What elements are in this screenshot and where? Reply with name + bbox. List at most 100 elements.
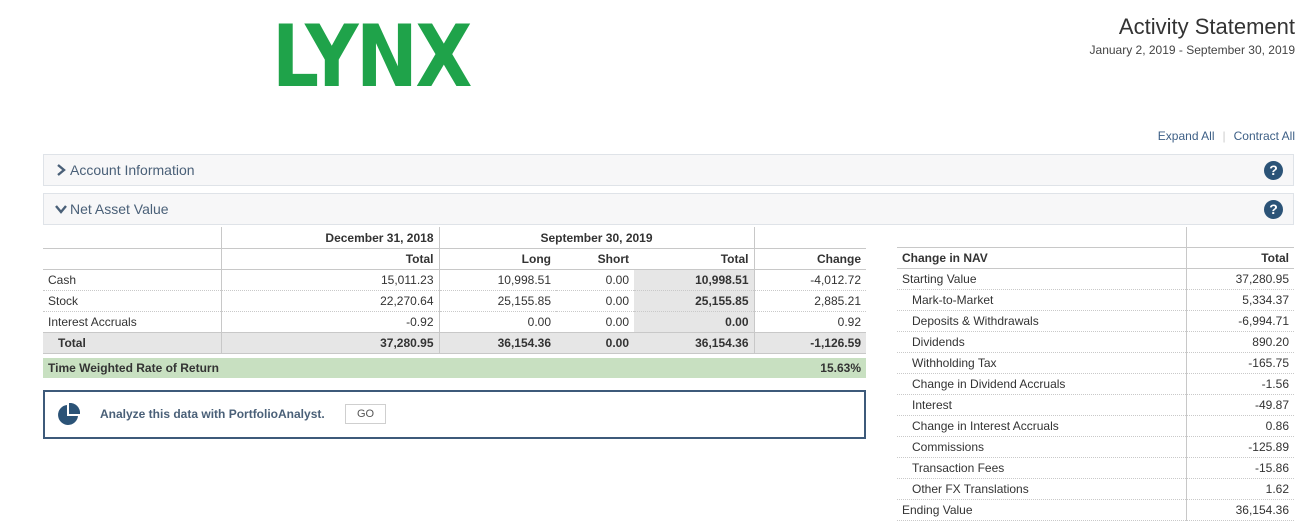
cell-value: -1.56 <box>1185 373 1294 395</box>
header-cell <box>753 227 866 249</box>
cell-value: -0.92 <box>220 311 439 333</box>
expand-contract-links: Expand All | Contract All <box>1158 129 1295 143</box>
table-row: Dividends 890.20 <box>897 331 1294 353</box>
go-button[interactable]: GO <box>345 404 386 424</box>
row-label: Mark-to-Market <box>897 289 1186 311</box>
header-cell <box>43 248 221 270</box>
section-account-information[interactable]: Account Information ? <box>43 154 1294 186</box>
table-row: Ending Value 36,154.36 <box>897 499 1294 521</box>
header-september-2019: September 30, 2019 <box>438 227 754 249</box>
help-icon[interactable]: ? <box>1264 200 1283 219</box>
statement-title: Activity Statement <box>1118 14 1295 39</box>
row-label: Transaction Fees <box>897 457 1186 479</box>
cell-value: 0.86 <box>1185 415 1294 437</box>
cell-value: -165.75 <box>1185 352 1294 374</box>
row-label: Change in Dividend Accruals <box>897 373 1186 395</box>
cell-value: 15,011.23 <box>220 269 439 291</box>
total-row: Total 37,280.95 36,154.36 0.00 36,154.36… <box>43 332 866 354</box>
chevron-right-icon <box>57 164 66 176</box>
column-header: Total <box>634 248 754 270</box>
row-label: Cash <box>43 269 221 291</box>
row-label: Interest <box>897 394 1186 416</box>
table-header-row: Total Long Short Total Change <box>43 248 866 270</box>
cell-value: 10,998.51 <box>634 269 754 291</box>
cell-value: 36,154.36 <box>1185 499 1294 521</box>
table-row: Interest -49.87 <box>897 394 1294 416</box>
table-row: Cash 15,011.23 10,998.51 0.00 10,998.51 … <box>43 269 866 291</box>
row-label: Commissions <box>897 436 1186 458</box>
column-header: Total <box>1185 247 1294 269</box>
table-header-row: Change in NAV Total <box>897 247 1294 269</box>
cell-value: 37,280.95 <box>220 332 439 354</box>
portfolio-analyst-box: Analyze this data with PortfolioAnalyst.… <box>43 390 866 439</box>
table-row: Withholding Tax -165.75 <box>897 352 1294 374</box>
cell-value: -4,012.72 <box>753 269 866 291</box>
table-row: Change in Interest Accruals 0.86 <box>897 415 1294 437</box>
cell-value: 36,154.36 <box>634 332 754 354</box>
cell-value: 2,885.21 <box>753 290 866 312</box>
spacer-cell <box>897 227 1186 248</box>
row-label: Deposits & Withdrawals <box>897 310 1186 332</box>
row-label: Starting Value <box>897 268 1186 290</box>
cell-value: 0.00 <box>438 311 556 333</box>
cell-value: 36,154.36 <box>438 332 556 354</box>
table-header-row: December 31, 2018 September 30, 2019 <box>43 227 866 249</box>
row-label: Dividends <box>897 331 1186 353</box>
row-label: Withholding Tax <box>897 352 1186 374</box>
cell-value: -1,126.59 <box>753 332 866 354</box>
cell-value: -15.86 <box>1185 457 1294 479</box>
cell-value: 890.20 <box>1185 331 1294 353</box>
cell-value: 0.00 <box>556 332 634 354</box>
row-label: Change in Interest Accruals <box>897 415 1186 437</box>
table-row: Stock 22,270.64 25,155.85 0.00 25,155.85… <box>43 290 866 312</box>
link-separator: | <box>1222 129 1226 143</box>
help-icon[interactable]: ? <box>1264 161 1283 180</box>
cell-value: 22,270.64 <box>220 290 439 312</box>
cell-value: 25,155.85 <box>634 290 754 312</box>
column-header: Long <box>438 248 556 270</box>
cell-value: 5,334.37 <box>1185 289 1294 311</box>
cell-value: 0.00 <box>556 290 634 312</box>
twr-label: Time Weighted Rate of Return <box>48 361 219 375</box>
row-label: Stock <box>43 290 221 312</box>
cell-value: -125.89 <box>1185 436 1294 458</box>
cell-value: -6,994.71 <box>1185 310 1294 332</box>
table-row: Commissions -125.89 <box>897 436 1294 458</box>
cell-value: 0.00 <box>556 269 634 291</box>
table-spacer-row <box>897 227 1294 248</box>
table-row: Interest Accruals -0.92 0.00 0.00 0.00 0… <box>43 311 866 333</box>
header-december-2018: December 31, 2018 <box>220 227 439 249</box>
lynx-logo: LYNX <box>272 7 472 107</box>
row-label: Interest Accruals <box>43 311 221 333</box>
column-header: Change in NAV <box>897 247 1186 269</box>
contract-all-link[interactable]: Contract All <box>1234 129 1295 143</box>
cell-value: 0.00 <box>556 311 634 333</box>
column-header: Short <box>556 248 634 270</box>
pie-chart-icon <box>58 403 80 425</box>
section-title: Net Asset Value <box>70 201 169 217</box>
time-weighted-return-row: Time Weighted Rate of Return 15.63% <box>43 358 866 378</box>
row-label: Total <box>43 332 221 354</box>
table-row: Mark-to-Market 5,334.37 <box>897 289 1294 311</box>
table-row: Starting Value 37,280.95 <box>897 268 1294 290</box>
section-net-asset-value[interactable]: Net Asset Value ? <box>43 193 1294 225</box>
table-row: Other FX Translations 1.62 <box>897 478 1294 500</box>
cell-value: 10,998.51 <box>438 269 556 291</box>
twr-value: 15.63% <box>820 361 861 375</box>
change-in-nav-table: Change in NAV Total Starting Value 37,28… <box>897 227 1294 521</box>
table-row: Deposits & Withdrawals -6,994.71 <box>897 310 1294 332</box>
statement-period: January 2, 2019 - September 30, 2019 <box>1089 43 1295 57</box>
cell-value: 25,155.85 <box>438 290 556 312</box>
column-header: Total <box>220 248 439 270</box>
cell-value: -49.87 <box>1185 394 1294 416</box>
cell-value: 1.62 <box>1185 478 1294 500</box>
table-row: Transaction Fees -15.86 <box>897 457 1294 479</box>
spacer-cell <box>1185 227 1294 248</box>
cell-value: 37,280.95 <box>1185 268 1294 290</box>
cell-value: 0.00 <box>634 311 754 333</box>
net-asset-value-table: December 31, 2018 September 30, 2019 Tot… <box>43 227 866 354</box>
expand-all-link[interactable]: Expand All <box>1158 129 1215 143</box>
chevron-down-icon <box>55 205 67 214</box>
portfolio-analyst-text: Analyze this data with PortfolioAnalyst. <box>100 407 325 421</box>
table-row: Change in Dividend Accruals -1.56 <box>897 373 1294 395</box>
